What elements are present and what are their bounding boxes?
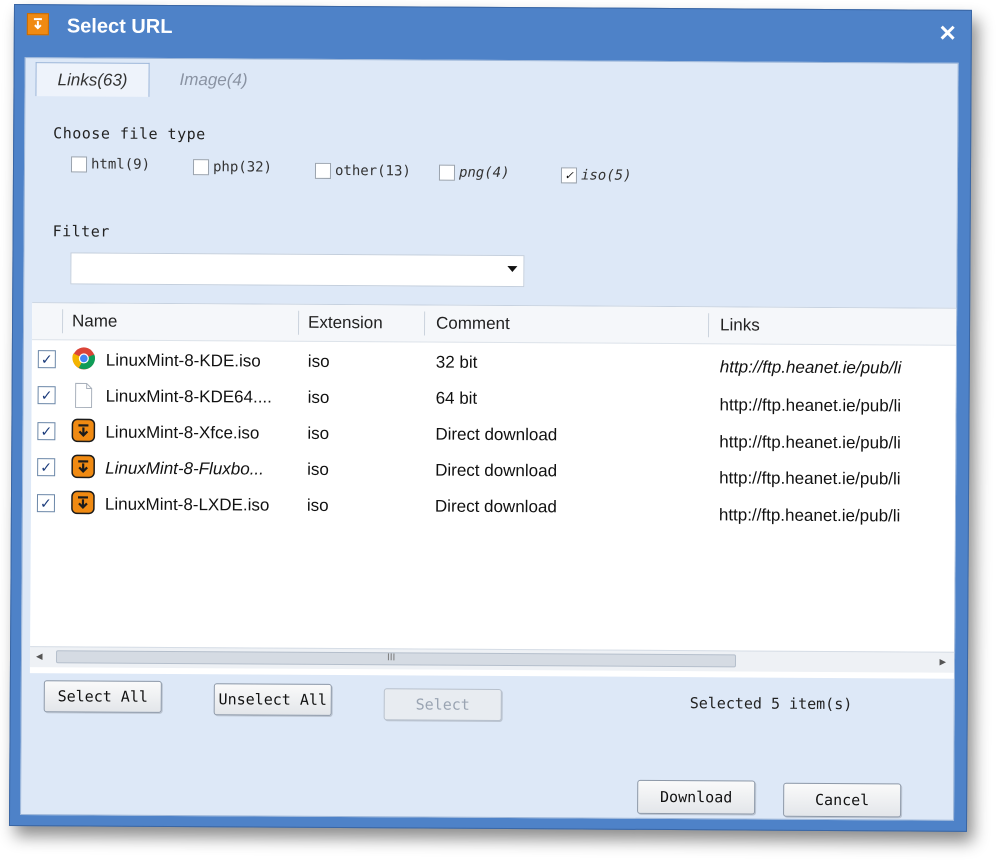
row-name: LinuxMint-8-LXDE.iso xyxy=(104,494,270,515)
table-header: Name Extension Comment Links xyxy=(31,303,957,346)
filetype-php[interactable]: php(32) xyxy=(192,159,273,176)
row-comment: Direct download xyxy=(435,460,558,481)
filetype-iso-checkbox[interactable]: ✓ xyxy=(560,167,578,184)
select-all-button[interactable]: Select All xyxy=(43,680,162,713)
filetype-other-checkbox[interactable] xyxy=(314,162,332,179)
row-name: LinuxMint-8-KDE64.... xyxy=(105,386,272,407)
filetype-php-label: php(32) xyxy=(212,159,273,176)
row-extension: iso xyxy=(307,387,330,407)
row-extension: iso xyxy=(306,495,329,515)
download-app-icon xyxy=(71,490,95,516)
row-name: LinuxMint-8-Xfce.iso xyxy=(105,422,260,443)
column-header-extension[interactable]: Extension xyxy=(308,313,383,333)
table-row[interactable]: ✓ LinuxMint-8-KDE.iso iso 32 bit http://… xyxy=(32,343,956,383)
row-checkbox[interactable]: ✓ xyxy=(36,494,56,513)
filter-label: Filter xyxy=(52,222,110,241)
filetype-html-checkbox[interactable] xyxy=(70,156,88,173)
row-comment: 64 bit xyxy=(435,388,478,408)
table-row[interactable]: ✓ LinuxMint-8-Xfce.iso iso Direct downlo… xyxy=(31,415,955,455)
row-link[interactable]: http://ftp.heanet.ie/pub/li xyxy=(719,505,901,526)
row-checkbox[interactable]: ✓ xyxy=(37,386,56,405)
file-type-heading: Choose file type xyxy=(53,124,206,144)
title-bar[interactable]: Select URL ✕ xyxy=(15,5,971,53)
dialog-client-area: Links(63) Image(4) Choose file type html… xyxy=(20,57,959,821)
row-extension: iso xyxy=(307,351,330,371)
row-checkbox[interactable]: ✓ xyxy=(37,458,56,477)
row-link[interactable]: http://ftp.heanet.ie/pub/li xyxy=(719,432,901,453)
grip-icon: III xyxy=(386,652,396,664)
filetype-png[interactable]: png(4) xyxy=(438,164,510,182)
column-header-name[interactable]: Name xyxy=(72,311,117,331)
download-button[interactable]: Download xyxy=(637,779,756,815)
tab-image[interactable]: Image(4) xyxy=(153,63,273,98)
row-extension: iso xyxy=(307,423,330,443)
file-icon xyxy=(72,382,96,408)
selection-status: Selected 5 item(s) xyxy=(689,694,853,714)
chrome-icon xyxy=(72,346,96,372)
select-url-dialog: Select URL ✕ Links(63) Image(4) Choose f… xyxy=(8,4,972,832)
row-comment: Direct download xyxy=(434,496,557,517)
filetype-other-label: other(13) xyxy=(334,162,411,180)
cancel-button[interactable]: Cancel xyxy=(783,782,902,818)
column-separator xyxy=(423,311,426,336)
dropdown-arrow-icon[interactable] xyxy=(507,266,518,273)
close-button[interactable]: ✕ xyxy=(938,21,957,47)
links-table: Name Extension Comment Links ✓ LinuxMint… xyxy=(29,302,957,679)
scroll-left-icon[interactable]: ◂ xyxy=(36,648,43,664)
select-button[interactable]: Select xyxy=(383,688,502,721)
filetype-iso-label: iso(5) xyxy=(580,167,632,184)
filter-combobox[interactable] xyxy=(70,252,525,288)
filetype-html[interactable]: html(9) xyxy=(70,156,151,173)
filetype-png-checkbox[interactable] xyxy=(438,164,456,181)
row-checkbox[interactable]: ✓ xyxy=(37,350,56,369)
row-checkbox[interactable]: ✓ xyxy=(37,422,56,441)
row-link[interactable]: http://ftp.heanet.ie/pub/li xyxy=(720,357,902,378)
scroll-right-icon[interactable]: ▸ xyxy=(939,654,946,670)
table-row[interactable]: ✓ LinuxMint-8-LXDE.iso iso Direct downlo… xyxy=(31,487,955,527)
table-row[interactable]: ✓ LinuxMint-8-Fluxbo... iso Direct downl… xyxy=(31,451,955,491)
unselect-all-button[interactable]: Unselect All xyxy=(213,683,332,716)
row-extension: iso xyxy=(307,459,329,479)
row-name: LinuxMint-8-Fluxbo... xyxy=(105,458,264,479)
column-separator xyxy=(707,313,710,338)
column-header-links[interactable]: Links xyxy=(720,315,760,335)
column-separator xyxy=(61,309,64,334)
download-arrow-icon xyxy=(26,13,49,36)
tab-links[interactable]: Links(63) xyxy=(35,62,150,97)
filetype-php-checkbox[interactable] xyxy=(192,159,210,176)
filetype-iso[interactable]: ✓ iso(5) xyxy=(560,167,632,184)
column-separator xyxy=(297,310,300,335)
window-title: Select URL xyxy=(66,15,173,38)
filetype-other[interactable]: other(13) xyxy=(314,162,411,180)
table-row[interactable]: ✓ LinuxMint-8-KDE64.... iso 64 bit http:… xyxy=(32,379,956,419)
download-app-icon xyxy=(71,454,95,480)
row-comment: 32 bit xyxy=(435,352,478,372)
row-link[interactable]: http://ftp.heanet.ie/pub/li xyxy=(720,395,902,416)
column-header-comment[interactable]: Comment xyxy=(436,314,510,334)
row-name: LinuxMint-8-KDE.iso xyxy=(105,350,261,371)
download-app-icon xyxy=(71,418,96,444)
filetype-html-label: html(9) xyxy=(90,156,151,173)
row-link[interactable]: http://ftp.heanet.ie/pub/li xyxy=(719,468,901,489)
scrollbar-thumb[interactable]: III xyxy=(55,650,737,668)
filetype-png-label: png(4) xyxy=(458,164,510,182)
row-comment: Direct download xyxy=(435,424,558,445)
